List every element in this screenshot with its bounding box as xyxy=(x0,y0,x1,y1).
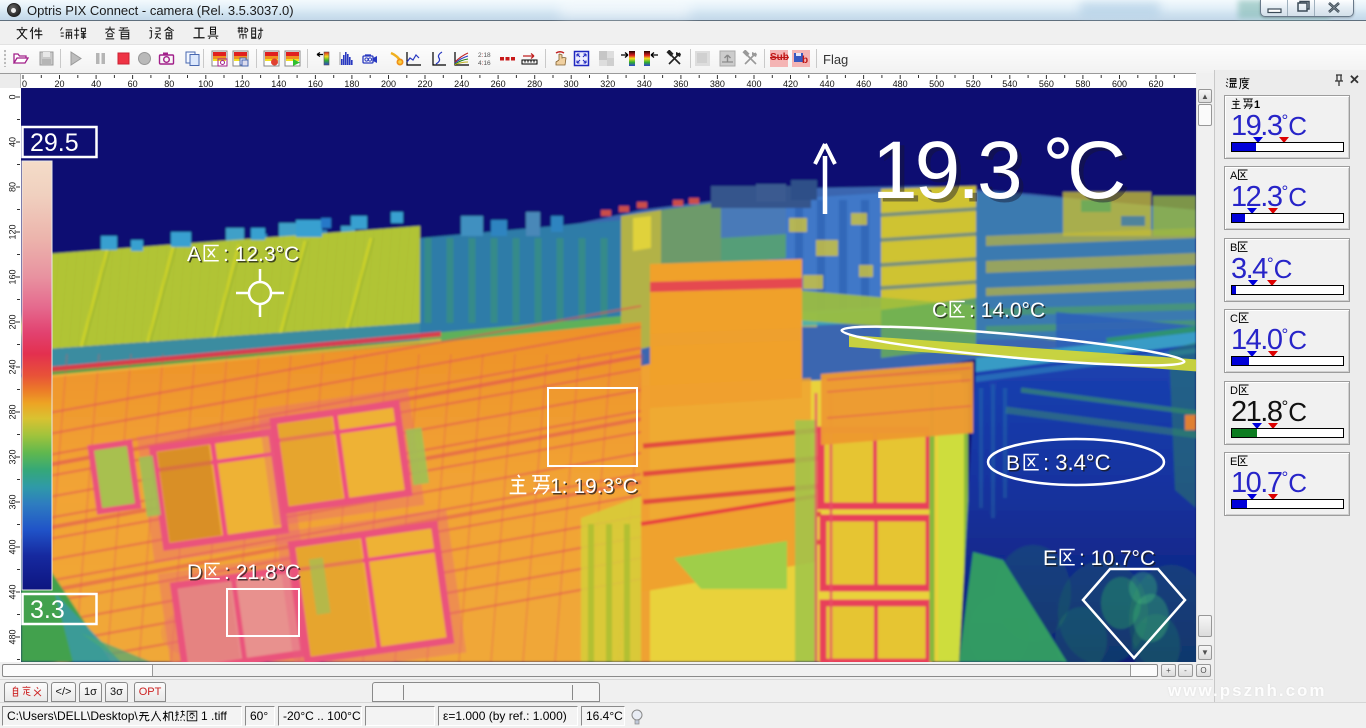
svg-text:1: 19.3°C: 1: 19.3°C xyxy=(550,475,638,498)
svg-text:280: 280 xyxy=(7,404,17,419)
svg-text:160: 160 xyxy=(7,269,17,284)
svg-text:: 12.3°C: : 12.3°C xyxy=(223,243,299,266)
svg-text:480: 480 xyxy=(7,629,17,644)
svg-text:3.3: 3.3 xyxy=(30,596,65,624)
svg-text:: 3.4°C: : 3.4°C xyxy=(1043,450,1111,475)
svg-text:40: 40 xyxy=(7,137,17,147)
svg-text:200: 200 xyxy=(7,314,17,329)
svg-text:: 14.0°C: : 14.0°C xyxy=(969,299,1045,322)
svg-text:360: 360 xyxy=(7,494,17,509)
svg-text:29.5: 29.5 xyxy=(30,129,79,157)
svg-text:: 21.8°C: : 21.8°C xyxy=(224,561,300,584)
svg-text:: 10.7°C: : 10.7°C xyxy=(1079,547,1155,570)
svg-text:E: E xyxy=(1043,547,1057,570)
svg-text:D: D xyxy=(187,561,202,584)
svg-text:C: C xyxy=(1067,125,1126,216)
svg-text:B: B xyxy=(1006,452,1020,475)
svg-text:b: b xyxy=(802,55,808,66)
svg-text:0: 0 xyxy=(7,94,17,99)
svg-text:320: 320 xyxy=(7,449,17,464)
svg-text:80: 80 xyxy=(7,182,17,192)
svg-text:400: 400 xyxy=(7,539,17,554)
svg-text:19.3: 19.3 xyxy=(872,125,1020,216)
svg-text:4:16: 4:16 xyxy=(478,60,491,67)
svg-text:C: C xyxy=(932,299,947,322)
svg-text:440: 440 xyxy=(7,584,17,599)
svg-text:2:18: 2:18 xyxy=(478,52,491,59)
svg-text:120: 120 xyxy=(7,224,17,239)
svg-text:A: A xyxy=(187,243,201,266)
svg-text:240: 240 xyxy=(7,359,17,374)
